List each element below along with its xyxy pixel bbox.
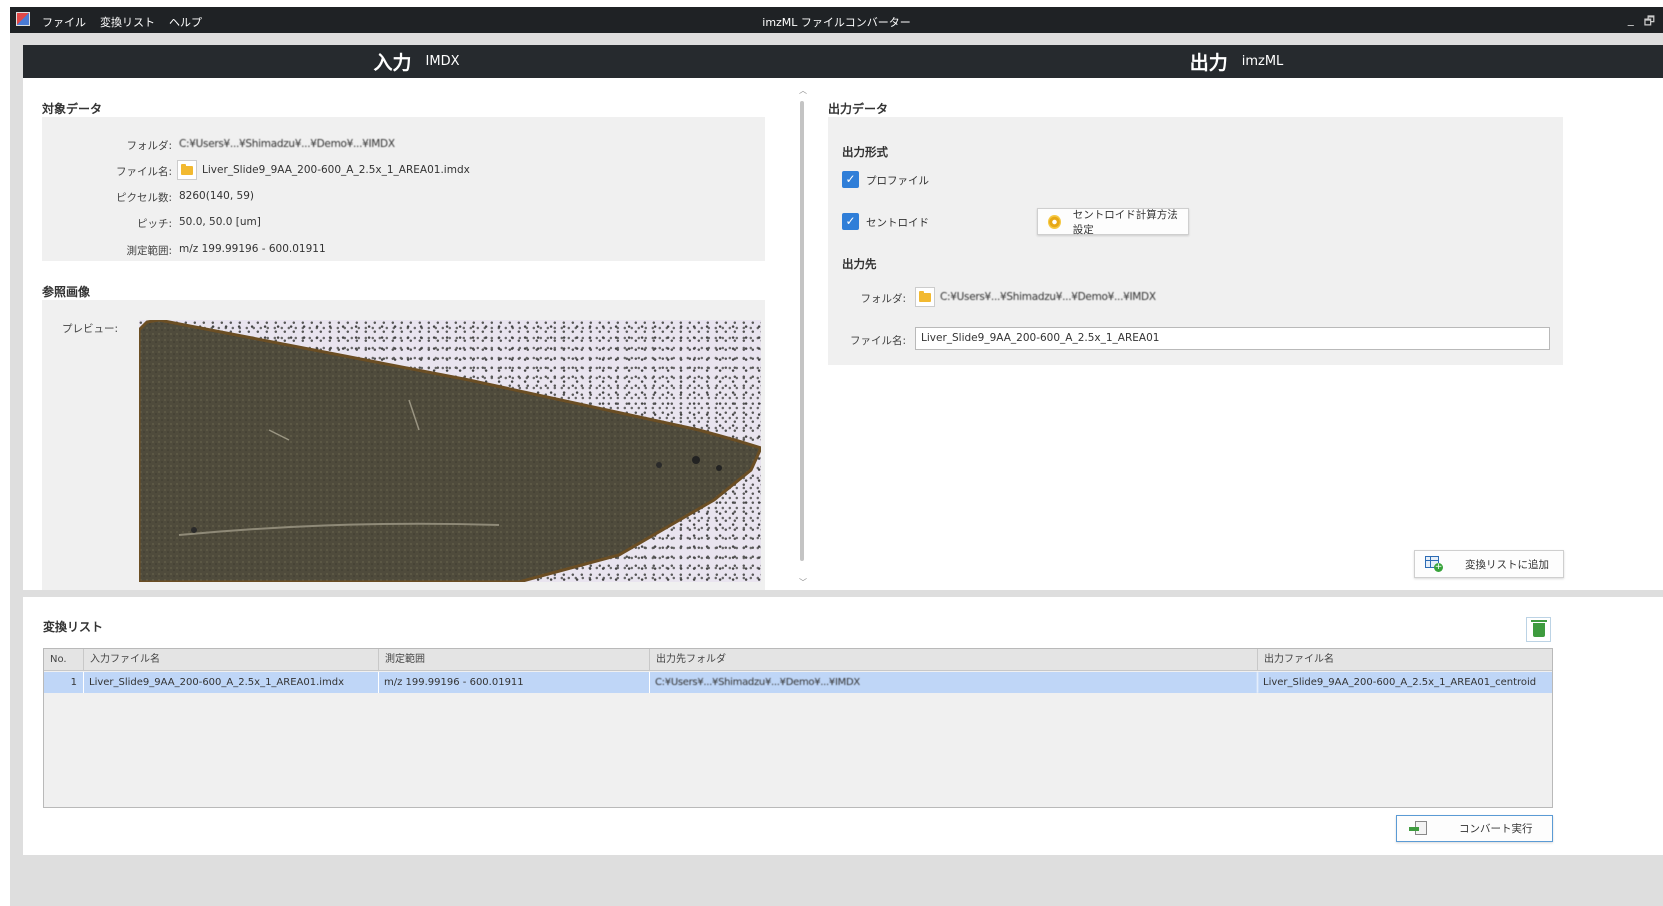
delete-button[interactable] <box>1526 617 1551 642</box>
input-panel-subtitle: IMDX <box>425 54 460 69</box>
output-filename-label: ファイル名: <box>849 335 906 347</box>
output-panel-title: 出力 <box>1189 52 1228 74</box>
cell-input-file: Liver_Slide9_9AA_200-600_A_2.5x_1_AREA01… <box>84 672 379 693</box>
cell-range: m/z 199.99196 - 600.01911 <box>379 672 650 693</box>
output-data-label: 出力データ <box>828 102 889 116</box>
output-filename-input[interactable]: Liver_Slide9_9AA_200-600_A_2.5x_1_AREA01 <box>915 327 1550 350</box>
input-filename-label: ファイル名: <box>115 166 172 178</box>
output-panel-header: 出力 imzML <box>810 45 1663 78</box>
restore-button[interactable]: 🗗 <box>1644 12 1655 33</box>
table-header: No. 入力ファイル名 測定範囲 出力先フォルダ 出力ファイル名 <box>44 649 1552 671</box>
conversion-list-title: 変換リスト <box>43 620 104 634</box>
output-format-label: 出力形式 <box>842 145 888 159</box>
input-filename-value: Liver_Slide9_9AA_200-600_A_2.5x_1_AREA01… <box>202 164 470 176</box>
cell-no: 1 <box>44 672 84 693</box>
input-panel-title: 入力 <box>373 52 412 74</box>
range-value: m/z 199.99196 - 600.01911 <box>179 243 326 255</box>
pixels-value: 8260(140, 59) <box>179 190 254 202</box>
table-row[interactable]: 1 Liver_Slide9_9AA_200-600_A_2.5x_1_AREA… <box>44 672 1552 693</box>
pitch-value: 50.0, 50.0 [um] <box>179 216 261 228</box>
convert-button[interactable]: コンバート実行 <box>1396 815 1553 842</box>
app-window: ファイル 変換リスト ヘルプ imzML ファイルコンバーター _ 🗗 入力 I… <box>10 7 1663 906</box>
column-output-folder[interactable]: 出力先フォルダ <box>650 649 1258 671</box>
range-label: 測定範囲: <box>126 245 172 257</box>
cell-output-file: Liver_Slide9_9AA_200-600_A_2.5x_1_AREA01… <box>1263 677 1537 688</box>
reference-image-label: 参照画像 <box>42 285 91 299</box>
add-to-list-label: 変換リストに追加 <box>1465 558 1549 571</box>
table-add-icon: + <box>1425 556 1443 572</box>
output-panel: 出力 imzML 出力データ 出力形式 ✓ プロファイル ✓ セントロイド セン… <box>810 45 1663 590</box>
column-no[interactable]: No. <box>44 649 84 671</box>
column-output-file[interactable]: 出力ファイル名 <box>1258 649 1553 671</box>
destination-label: 出力先 <box>842 257 877 271</box>
preview-label: プレビュー: <box>61 323 118 335</box>
output-folder-button[interactable] <box>915 287 935 307</box>
cell-output-folder: C:¥Users¥...¥Shimadzu¥...¥Demo¥...¥IMDX <box>650 672 1258 693</box>
convert-label: コンバート実行 <box>1459 823 1533 835</box>
output-folder-label: フォルダ: <box>860 293 906 305</box>
centroid-checkbox[interactable]: ✓ <box>842 213 859 230</box>
input-folder-label: フォルダ: <box>126 140 172 152</box>
preview-image <box>139 320 761 582</box>
output-panel-subtitle: imzML <box>1241 54 1284 69</box>
add-to-list-button[interactable]: + 変換リストに追加 <box>1414 550 1564 578</box>
centroid-settings-button[interactable]: セントロイド計算方法設定 <box>1037 208 1189 236</box>
tissue-image <box>139 320 761 582</box>
input-folder-value: C:¥Users¥...¥Shimadzu¥...¥Demo¥...¥IMDX <box>179 138 395 150</box>
input-folder-button[interactable] <box>177 160 197 180</box>
target-data-label: 対象データ <box>42 102 103 116</box>
centroid-label: セントロイド <box>866 217 929 229</box>
column-range[interactable]: 測定範囲 <box>379 649 650 671</box>
scroll-thumb[interactable] <box>800 101 804 561</box>
output-folder-value: C:¥Users¥...¥Shimadzu¥...¥Demo¥...¥IMDX <box>940 291 1156 303</box>
conversion-list-panel: 変換リスト No. 入力ファイル名 測定範囲 出力先フォルダ 出力ファイル名 1… <box>23 597 1663 855</box>
convert-icon <box>1409 820 1429 837</box>
window-controls: _ 🗗 <box>1628 12 1655 33</box>
centroid-settings-label: セントロイド計算方法設定 <box>1072 208 1178 236</box>
output-data-box: 出力形式 ✓ プロファイル ✓ セントロイド セントロイド計算方法設定 出力先 … <box>828 117 1563 365</box>
scroll-up-icon[interactable]: ︿ <box>799 85 807 96</box>
title-bar: ファイル 変換リスト ヘルプ imzML ファイルコンバーター _ 🗗 <box>10 7 1663 33</box>
profile-checkbox[interactable]: ✓ <box>842 171 859 188</box>
folder-icon <box>181 163 193 175</box>
input-panel-header: 入力 IMDX <box>23 45 810 78</box>
conversion-table: No. 入力ファイル名 測定範囲 出力先フォルダ 出力ファイル名 1 Liver… <box>43 648 1553 808</box>
profile-label: プロファイル <box>866 175 929 187</box>
gear-icon <box>1048 214 1061 229</box>
trash-icon <box>1530 619 1547 637</box>
window-title: imzML ファイルコンバーター <box>762 16 911 29</box>
pitch-label: ピッチ: <box>136 218 172 230</box>
column-input-file[interactable]: 入力ファイル名 <box>84 649 379 671</box>
scroll-down-icon[interactable]: ﹀ <box>799 577 807 588</box>
input-panel: 入力 IMDX 対象データ フォルダ: C:¥Users¥...¥Shimadz… <box>23 45 810 590</box>
pixels-label: ピクセル数: <box>115 192 172 204</box>
target-data-box: フォルダ: C:¥Users¥...¥Shimadzu¥...¥Demo¥...… <box>42 117 765 261</box>
folder-icon <box>919 290 931 302</box>
minimize-button[interactable]: _ <box>1628 12 1634 33</box>
